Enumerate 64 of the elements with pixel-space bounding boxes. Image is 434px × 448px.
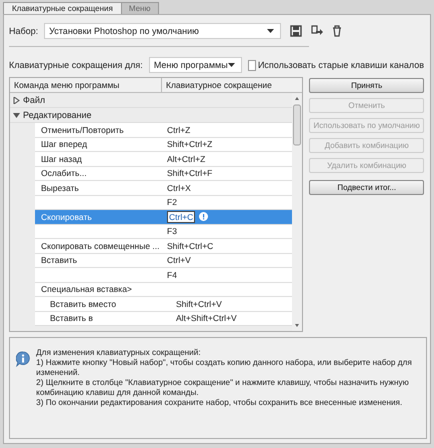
command-name: Вставить: [41, 255, 78, 266]
shortcut-text: Alt+Shift+Ctrl+V: [176, 313, 237, 324]
shortcut-text: F2: [167, 197, 177, 208]
shortcut-text: Shift+Ctrl+C: [167, 240, 214, 251]
shortcut-text: Ctrl+Z: [167, 124, 190, 135]
set-label: Набор:: [9, 26, 38, 36]
command-name: Вставить в: [50, 313, 93, 324]
command-row[interactable]: Шаг назад Alt+Ctrl+Z: [35, 152, 292, 166]
dialog-button[interactable]: Принять: [309, 78, 424, 93]
command-row[interactable]: Вставить Ctrl+V: [35, 254, 292, 268]
command-name: Специальная вставка>: [41, 284, 132, 294]
tab[interactable]: Клавиатурные сокращения: [3, 2, 122, 14]
info-text: Для изменения клавиатурных сокращений:: [36, 348, 202, 358]
command-row[interactable]: Вставить в Alt+Shift+Ctrl+V: [35, 312, 292, 326]
shortcuts-for-dropdown[interactable]: Меню программы: [148, 57, 242, 73]
set-dropdown[interactable]: Установки Photoshop по умолчанию: [44, 23, 282, 39]
shortcut-text: Shift+Ctrl+Z: [167, 139, 212, 150]
command-row[interactable]: F4: [35, 268, 292, 282]
command-row[interactable]: F2: [35, 196, 292, 210]
command-row[interactable]: Скопировать Ctrl+C: [35, 210, 292, 224]
shortcut-text: F3: [167, 226, 177, 236]
column-header[interactable]: Команда меню программы: [10, 78, 162, 92]
command-name: Скопировать: [41, 212, 92, 222]
command-row[interactable]: Ослабить... Shift+Ctrl+F: [35, 166, 292, 181]
info-text: 3) По окончании редактирования сохраните набор, чтобы сохранить все внесенные изменения.: [36, 398, 404, 408]
command-name: Отменить/Повторить: [41, 124, 124, 135]
shortcut-text: Ctrl+X: [167, 182, 191, 193]
checkbox[interactable]: [248, 60, 256, 70]
save-icon[interactable]: [290, 25, 302, 37]
collapsed-arrow-icon[interactable]: [13, 96, 20, 104]
trash-icon[interactable]: [332, 25, 342, 37]
command-name: Вырезать: [41, 182, 79, 193]
new-set-icon[interactable]: [311, 25, 324, 37]
command-name: Шаг вперед: [41, 139, 88, 150]
group-name: Файл: [23, 95, 46, 105]
command-row[interactable]: Отменить/Повторить Ctrl+Z: [35, 123, 292, 138]
info-icon: [199, 212, 208, 222]
expanded-arrow-icon[interactable]: [13, 112, 20, 118]
command-row[interactable]: Шаг вперед Shift+Ctrl+Z: [35, 138, 292, 152]
command-row[interactable]: Вырезать Ctrl+X: [35, 181, 292, 196]
info-text: 1) Нажмите кнопку "Новый набор", чтобы создать копию данного набора, или выберите набор для изменений.: [36, 358, 413, 378]
command-name: Вставить вместо: [50, 298, 116, 309]
shortcut-text: Ctrl+V: [167, 255, 191, 266]
caret-icon: [228, 63, 235, 67]
command-name: Шаг назад: [41, 154, 82, 164]
command-row[interactable]: F3: [35, 224, 292, 239]
shortcut-input[interactable]: Ctrl+C: [167, 210, 196, 223]
shortcut-text: Shift+Ctrl+F: [167, 168, 212, 178]
group-name: Редактирование: [23, 110, 92, 120]
command-row[interactable]: Специальная вставка>: [35, 282, 292, 297]
command-name: Ослабить...: [41, 168, 87, 178]
checkbox-label: Использовать старые клавиши каналов: [258, 60, 424, 70]
dialog-button[interactable]: Подвести итог...: [309, 180, 424, 195]
info-text: 2) Щелкните в столбце "Клавиатурное сокращение" и нажмите клавишу, чтобы назначить нужную комбинацию клавиш для данной команды.: [36, 378, 410, 398]
command-name: Скопировать совмещенные ...: [41, 240, 160, 251]
command-row[interactable]: Скопировать совмещенные ... Shift+Ctrl+C: [35, 239, 292, 254]
shortcut-text: Alt+Ctrl+Z: [167, 154, 206, 164]
shortcut-text: Shift+Ctrl+V: [176, 298, 222, 309]
group-row[interactable]: Файл: [10, 93, 292, 108]
caret-icon: [267, 29, 274, 33]
shortcuts-for-label: Клавиатурные сокращения для:: [9, 60, 143, 70]
shortcut-text: F4: [167, 270, 177, 280]
column-header[interactable]: Клавиатурное сокращение: [162, 78, 302, 92]
command-row[interactable]: Вставить вместо Shift+Ctrl+V: [35, 297, 292, 312]
